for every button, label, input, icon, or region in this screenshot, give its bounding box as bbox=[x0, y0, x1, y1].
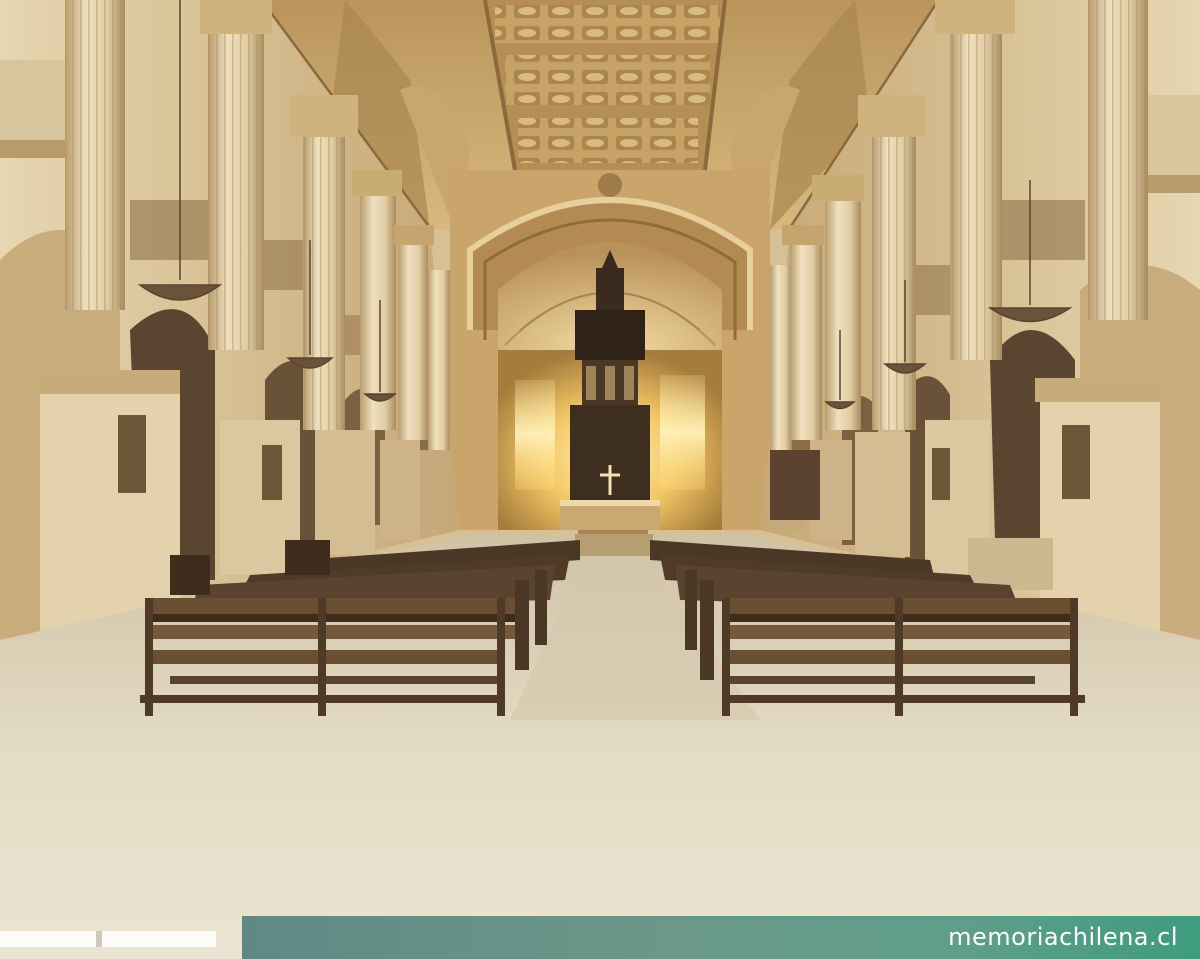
side-table bbox=[170, 555, 210, 595]
side-table bbox=[285, 540, 330, 575]
pier bbox=[420, 450, 450, 530]
pier bbox=[315, 430, 375, 555]
corinthian-capital bbox=[394, 225, 434, 245]
corinthian-capital bbox=[290, 95, 358, 137]
chancel-steps bbox=[575, 534, 653, 556]
pier bbox=[855, 432, 910, 557]
church-nave-photo bbox=[0, 0, 1200, 959]
arch-keystone bbox=[598, 173, 622, 197]
pew bbox=[145, 598, 515, 614]
watermark-text: memoriachilena.cl bbox=[948, 923, 1178, 951]
column bbox=[398, 235, 428, 440]
pier bbox=[380, 440, 420, 540]
column bbox=[428, 270, 450, 450]
column bbox=[825, 195, 861, 430]
corinthian-capital bbox=[935, 0, 1015, 34]
pew bbox=[150, 650, 505, 664]
coffered-panel bbox=[505, 55, 710, 105]
coffered-panel bbox=[518, 118, 698, 163]
pulpit-stand bbox=[968, 538, 1053, 590]
side-altar-painting bbox=[118, 415, 146, 493]
column bbox=[790, 235, 822, 440]
column bbox=[770, 265, 792, 450]
watermark-bar: memoriachilena.cl bbox=[242, 916, 1200, 959]
side-altar-painting bbox=[1062, 425, 1090, 499]
corinthian-capital bbox=[200, 0, 272, 34]
corinthian-capital bbox=[858, 95, 926, 137]
corinthian-capital bbox=[352, 170, 402, 196]
corinthian-capital bbox=[782, 225, 824, 245]
light-shaft bbox=[515, 380, 555, 490]
light-shaft bbox=[660, 375, 705, 490]
scan-edge-strip bbox=[0, 931, 216, 947]
corinthian-capital bbox=[812, 175, 864, 201]
balcony-balustrade bbox=[0, 60, 75, 150]
coffered-panel bbox=[495, 5, 720, 43]
confessional bbox=[770, 450, 820, 520]
